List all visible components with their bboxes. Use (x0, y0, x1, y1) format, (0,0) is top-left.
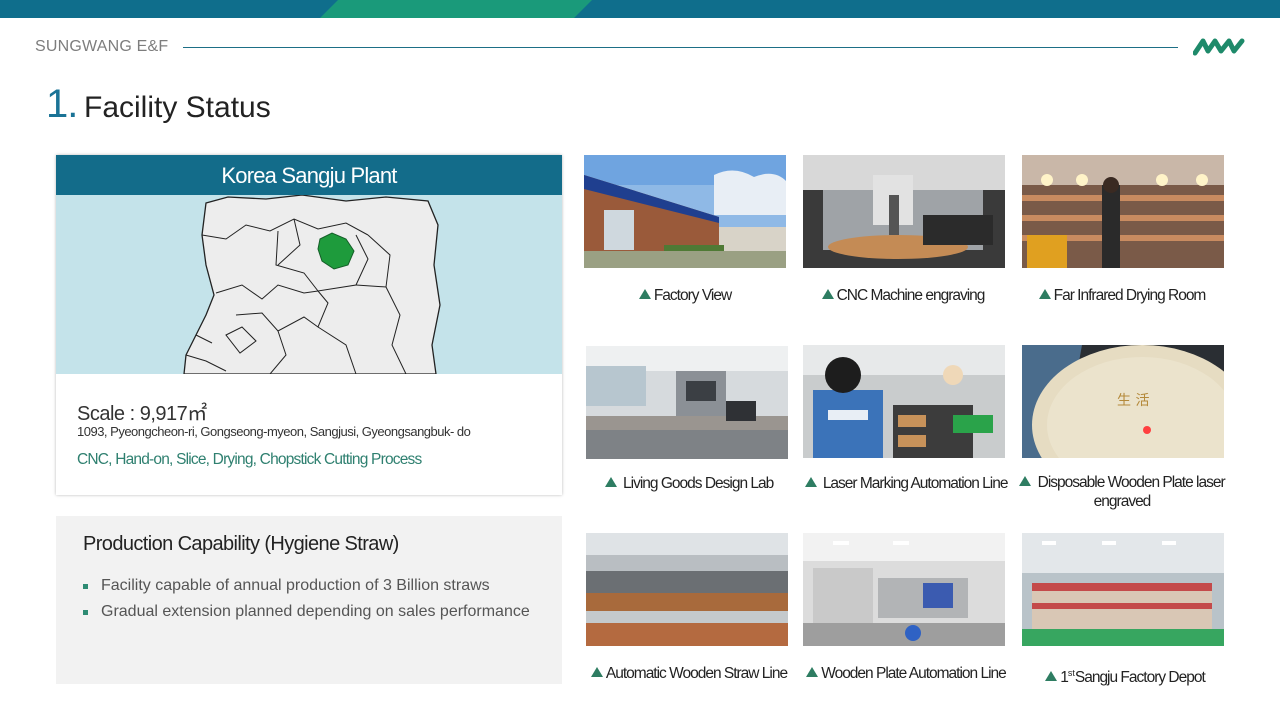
region-map (56, 195, 562, 374)
caption-laser-plate: Disposable Wooden Plate laser engraved (1017, 473, 1227, 511)
caption-cnc-machine: CNC Machine engraving (798, 286, 1008, 305)
caption-design-lab: Living Goods Design Lab (584, 474, 794, 493)
triangle-icon (1019, 476, 1032, 486)
triangle-icon (1045, 671, 1058, 681)
photo-straw-line (586, 533, 788, 646)
photo-factory-depot (1022, 533, 1224, 646)
triangle-icon (638, 289, 651, 299)
photo-design-lab (586, 346, 788, 459)
plant-process: CNC, Hand-on, Slice, Drying, Chopstick C… (77, 451, 422, 468)
caption-plate-line: Wooden Plate Automation Line (801, 664, 1011, 683)
svg-text:生 活: 生 活 (1117, 393, 1149, 409)
section-number: 1. (46, 82, 78, 126)
caption-straw-line: Automatic Wooden Straw Line (584, 664, 794, 683)
photo-cnc-machine (803, 155, 1005, 268)
company-name: SUNGWANG E&F (35, 38, 169, 55)
photo-laser-plate: 生 活 (1022, 345, 1224, 458)
caption-laser-marking: Laser Marking Automation Line (801, 474, 1011, 493)
photo-laser-marking (803, 345, 1005, 458)
plant-card: Korea Sangju Plant Scale : 9,917㎡ 1093, … (56, 155, 562, 495)
plant-scale: Scale : 9,917㎡ (77, 403, 207, 425)
triangle-icon (604, 477, 617, 487)
capability-title: Production Capability (Hygiene Straw) (83, 533, 399, 555)
company-logo (1193, 38, 1245, 56)
triangle-icon (821, 289, 834, 299)
caption-factory-depot: 1stSangju Factory Depot (1020, 664, 1230, 687)
header-rule (183, 47, 1178, 48)
capability-item: Gradual extension planned depending on s… (83, 603, 530, 621)
triangle-icon (806, 667, 819, 677)
capability-card: Production Capability (Hygiene Straw) Fa… (56, 516, 562, 684)
plant-address: 1093, Pyeongcheon-ri, Gongseong-myeon, S… (77, 424, 471, 439)
photo-drying-room (1022, 155, 1224, 268)
page-title: Facility Status (84, 91, 271, 124)
korea-map-graphic (56, 195, 562, 374)
triangle-icon (804, 477, 817, 487)
top-color-bar (0, 0, 1280, 18)
bullet-icon (83, 583, 88, 589)
bullet-icon (83, 609, 88, 615)
photo-factory-view (584, 155, 786, 268)
triangle-icon (1038, 289, 1051, 299)
top-bar-accent (320, 0, 592, 18)
plant-title: Korea Sangju Plant (56, 155, 562, 195)
caption-factory-view: Factory View (580, 286, 790, 305)
capability-item: Facility capable of annual production of… (83, 577, 530, 595)
caption-drying-room: Far Infrared Drying Room (1017, 286, 1227, 305)
photo-plate-line (803, 533, 1005, 646)
capability-list: Facility capable of annual production of… (83, 577, 530, 629)
triangle-icon (590, 667, 603, 677)
